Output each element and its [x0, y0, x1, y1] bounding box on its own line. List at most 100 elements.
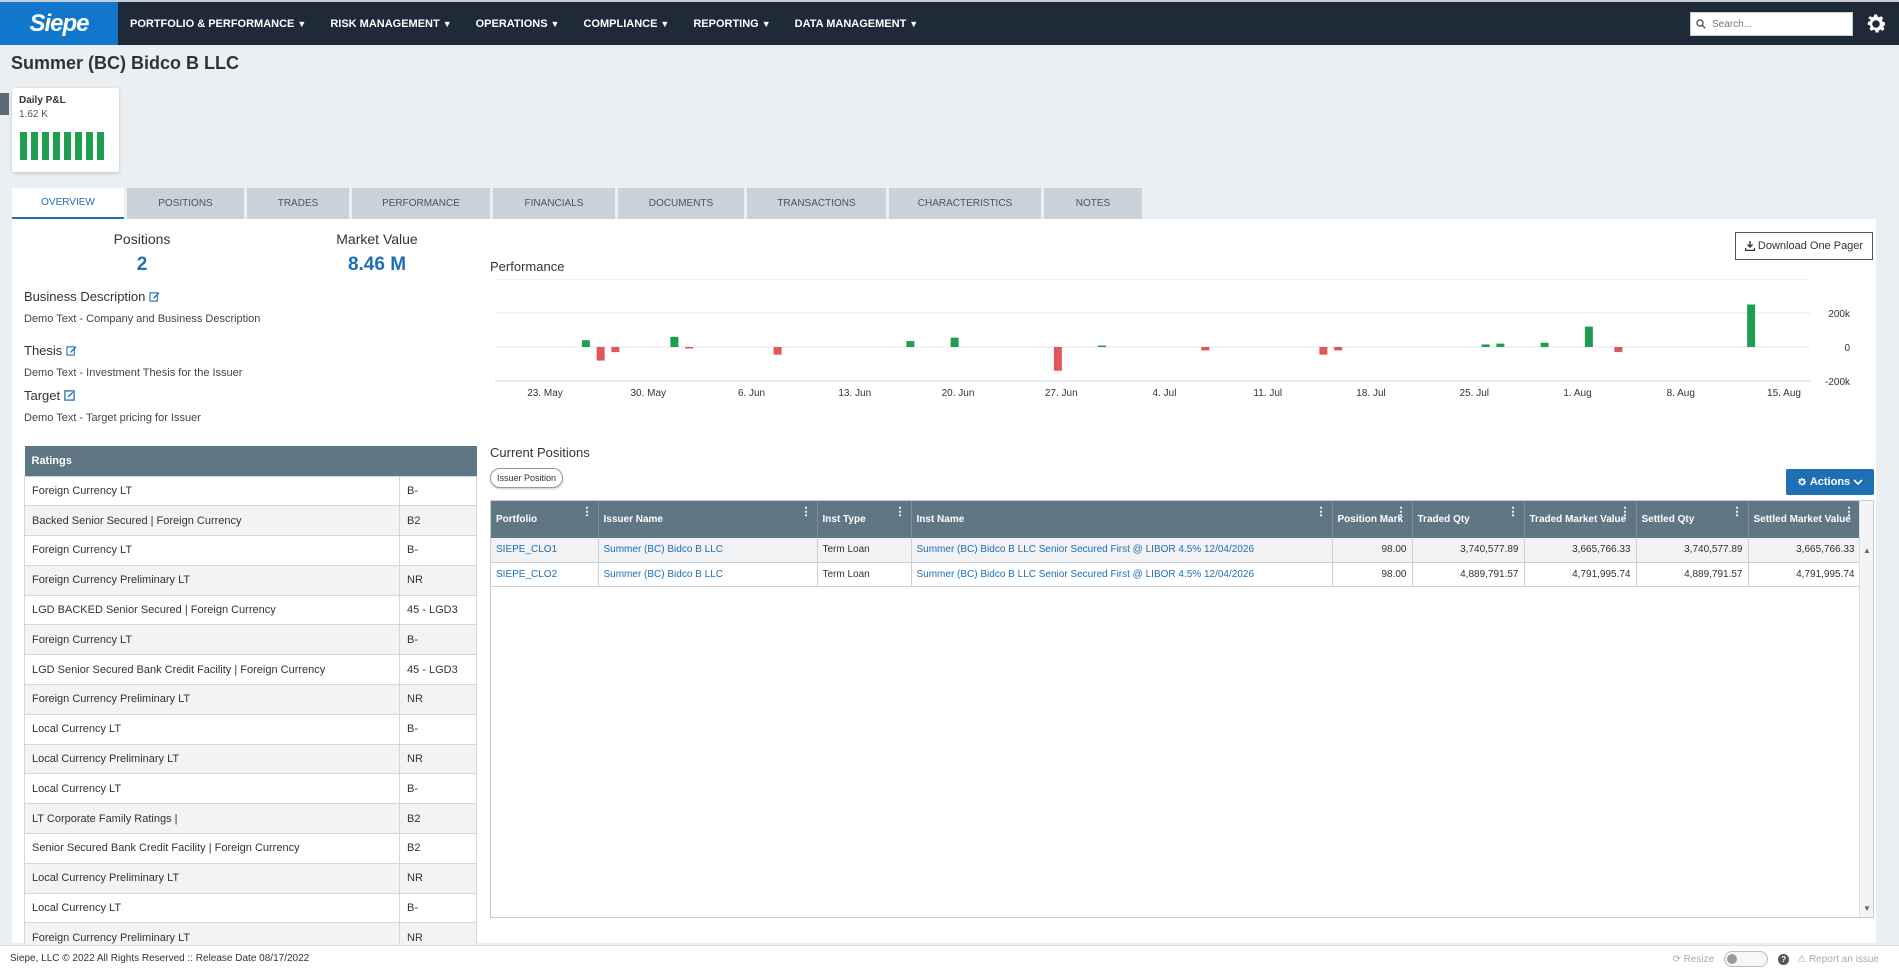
- tab-characteristics[interactable]: CHARACTERISTICS: [889, 188, 1041, 219]
- nav-portfolio-performance[interactable]: PORTFOLIO & PERFORMANCE ▼: [130, 18, 306, 30]
- tab-positions[interactable]: POSITIONS: [127, 188, 244, 219]
- current-positions-title: Current Positions: [490, 445, 590, 460]
- nav-compliance[interactable]: COMPLIANCE ▼: [583, 18, 669, 30]
- scroll-up-icon[interactable]: ▲: [1863, 546, 1871, 555]
- nav-reporting[interactable]: REPORTING ▼: [693, 18, 770, 30]
- chart-bar[interactable]: [596, 347, 605, 361]
- tab-financials[interactable]: FINANCIALS: [493, 188, 615, 219]
- chart-bar[interactable]: [1319, 347, 1328, 355]
- tab-performance[interactable]: PERFORMANCE: [352, 188, 490, 219]
- positions-value: 2: [136, 254, 148, 275]
- scroll-down-icon[interactable]: ▼: [1863, 904, 1871, 913]
- chart-bar[interactable]: [1481, 344, 1490, 347]
- pnl-bar: [53, 132, 60, 160]
- nav-label: OPERATIONS: [475, 17, 548, 30]
- pnl-sparkline: [20, 132, 104, 160]
- cell-traded-mv: 4,791,995.74: [1524, 562, 1637, 587]
- rating-name: Backed Senior Secured | Foreign Currency: [24, 505, 400, 537]
- nav-data-management[interactable]: DATA MANAGEMENT ▼: [795, 18, 919, 30]
- search-input[interactable]: [1712, 18, 1842, 30]
- edit-icon[interactable]: [66, 345, 77, 356]
- gear-icon[interactable]: [1863, 11, 1889, 37]
- column-header[interactable]: Settled Market Value ⋮: [1748, 501, 1861, 538]
- table-row[interactable]: SIEPE_CLO2 Summer (BC) Bidco B LLC Term Lo…: [491, 562, 1861, 587]
- column-header[interactable]: Traded Market Value ⋮: [1524, 501, 1637, 538]
- caret-down-icon: ▼: [761, 18, 771, 29]
- cell-portfolio[interactable]: SIEPE_CLO2: [491, 562, 599, 587]
- edit-icon[interactable]: [64, 390, 75, 401]
- column-menu-icon[interactable]: ⋮: [895, 506, 906, 519]
- chart-bar[interactable]: [906, 341, 915, 347]
- nav-risk-management[interactable]: RISK MANAGEMENT ▼: [330, 18, 451, 30]
- column-header-label: Inst Name: [916, 514, 965, 525]
- chart-bar[interactable]: [1496, 343, 1505, 347]
- cell-inst-name[interactable]: Summer (BC) Bidco B LLC Senior Secured F…: [911, 538, 1333, 563]
- rating-value: NR: [399, 862, 477, 894]
- cell-inst-name[interactable]: Summer (BC) Bidco B LLC Senior Secured F…: [911, 562, 1333, 587]
- market-value-label: Market Value: [336, 231, 418, 247]
- chart-bar[interactable]: [1098, 345, 1107, 348]
- overview-panel: Positions 2 Market Value 8.46 M Business…: [12, 219, 1876, 954]
- help-icon[interactable]: ?: [1778, 953, 1790, 965]
- chart-bar[interactable]: [773, 347, 782, 355]
- column-header[interactable]: Settled Qty ⋮: [1636, 501, 1749, 538]
- tab-transactions[interactable]: TRANSACTIONS: [747, 188, 886, 219]
- chart-bar[interactable]: [611, 347, 620, 353]
- cell-traded-qty: 4,889,791.57: [1412, 562, 1525, 587]
- tab-overview[interactable]: OVERVIEW: [12, 188, 124, 219]
- actions-button[interactable]: Actions: [1786, 469, 1874, 495]
- rating-value: B2: [399, 803, 477, 835]
- chart-bar[interactable]: [1747, 304, 1756, 348]
- daily-pnl-card[interactable]: Daily P&L 1.62 K: [12, 88, 119, 172]
- ratings-row: Local Currency Preliminary LT NR: [24, 743, 477, 775]
- cell-portfolio[interactable]: SIEPE_CLO1: [491, 538, 599, 563]
- chart-bar[interactable]: [1614, 347, 1623, 353]
- column-menu-icon[interactable]: ⋮: [1732, 506, 1743, 519]
- issuer-position-button[interactable]: Issuer Position: [490, 468, 563, 488]
- siepe-logo[interactable]: Siepe: [0, 2, 118, 45]
- column-header[interactable]: Inst Name ⋮: [911, 501, 1333, 538]
- column-header-label: Settled Qty: [1641, 514, 1695, 525]
- nav-operations[interactable]: OPERATIONS ▼: [476, 18, 560, 30]
- positions-label: Positions: [113, 231, 171, 247]
- chart-bar[interactable]: [1334, 347, 1343, 351]
- tab-trades[interactable]: TRADES: [247, 188, 349, 219]
- column-header[interactable]: Inst Type ⋮: [817, 501, 912, 538]
- report-issue-link[interactable]: Report an issue: [1809, 954, 1879, 965]
- tab-documents[interactable]: DOCUMENTS: [618, 188, 744, 219]
- column-menu-icon[interactable]: ⋮: [582, 506, 593, 519]
- column-menu-icon[interactable]: ⋮: [1316, 506, 1327, 519]
- chart-bar[interactable]: [950, 337, 959, 347]
- chart-bar[interactable]: [581, 340, 590, 347]
- column-menu-icon[interactable]: ⋮: [1508, 506, 1519, 519]
- cell-issuer[interactable]: Summer (BC) Bidco B LLC: [598, 538, 818, 563]
- y-tick-label: 0: [1844, 343, 1850, 354]
- cell-issuer[interactable]: Summer (BC) Bidco B LLC: [598, 562, 818, 587]
- chart-bar[interactable]: [1540, 342, 1549, 347]
- column-menu-icon[interactable]: ⋮: [1620, 506, 1631, 519]
- x-tick-label: 27. Jun: [1045, 388, 1078, 399]
- resize-toggle[interactable]: [1724, 951, 1769, 967]
- chart-bar[interactable]: [1201, 347, 1210, 351]
- chart-bar[interactable]: [685, 347, 694, 349]
- column-header[interactable]: Issuer Name ⋮: [598, 501, 818, 538]
- chart-bar[interactable]: [670, 336, 679, 347]
- ratings-header: Ratings: [24, 446, 477, 476]
- column-header[interactable]: Position Mark ⋮: [1332, 501, 1413, 538]
- column-menu-icon[interactable]: ⋮: [1396, 506, 1407, 519]
- actions-label: Actions: [1809, 476, 1851, 488]
- column-menu-icon[interactable]: ⋮: [801, 506, 812, 519]
- rating-value: B-: [399, 535, 477, 566]
- grid-scrollbar[interactable]: ▲ ▼: [1859, 501, 1873, 917]
- download-one-pager-button[interactable]: Download One Pager: [1735, 232, 1873, 260]
- edit-icon[interactable]: [149, 291, 160, 302]
- nav-label: COMPLIANCE: [583, 17, 658, 30]
- table-row[interactable]: SIEPE_CLO1 Summer (BC) Bidco B LLC Term Lo…: [491, 538, 1861, 563]
- tab-notes[interactable]: NOTES: [1044, 188, 1142, 219]
- column-header[interactable]: Portfolio ⋮: [491, 501, 599, 538]
- column-menu-icon[interactable]: ⋮: [1844, 506, 1855, 519]
- chart-bar[interactable]: [1584, 326, 1593, 347]
- column-header[interactable]: Traded Qty ⋮: [1412, 501, 1525, 538]
- side-panel-toggle[interactable]: [0, 93, 9, 115]
- chart-bar[interactable]: [1053, 347, 1062, 371]
